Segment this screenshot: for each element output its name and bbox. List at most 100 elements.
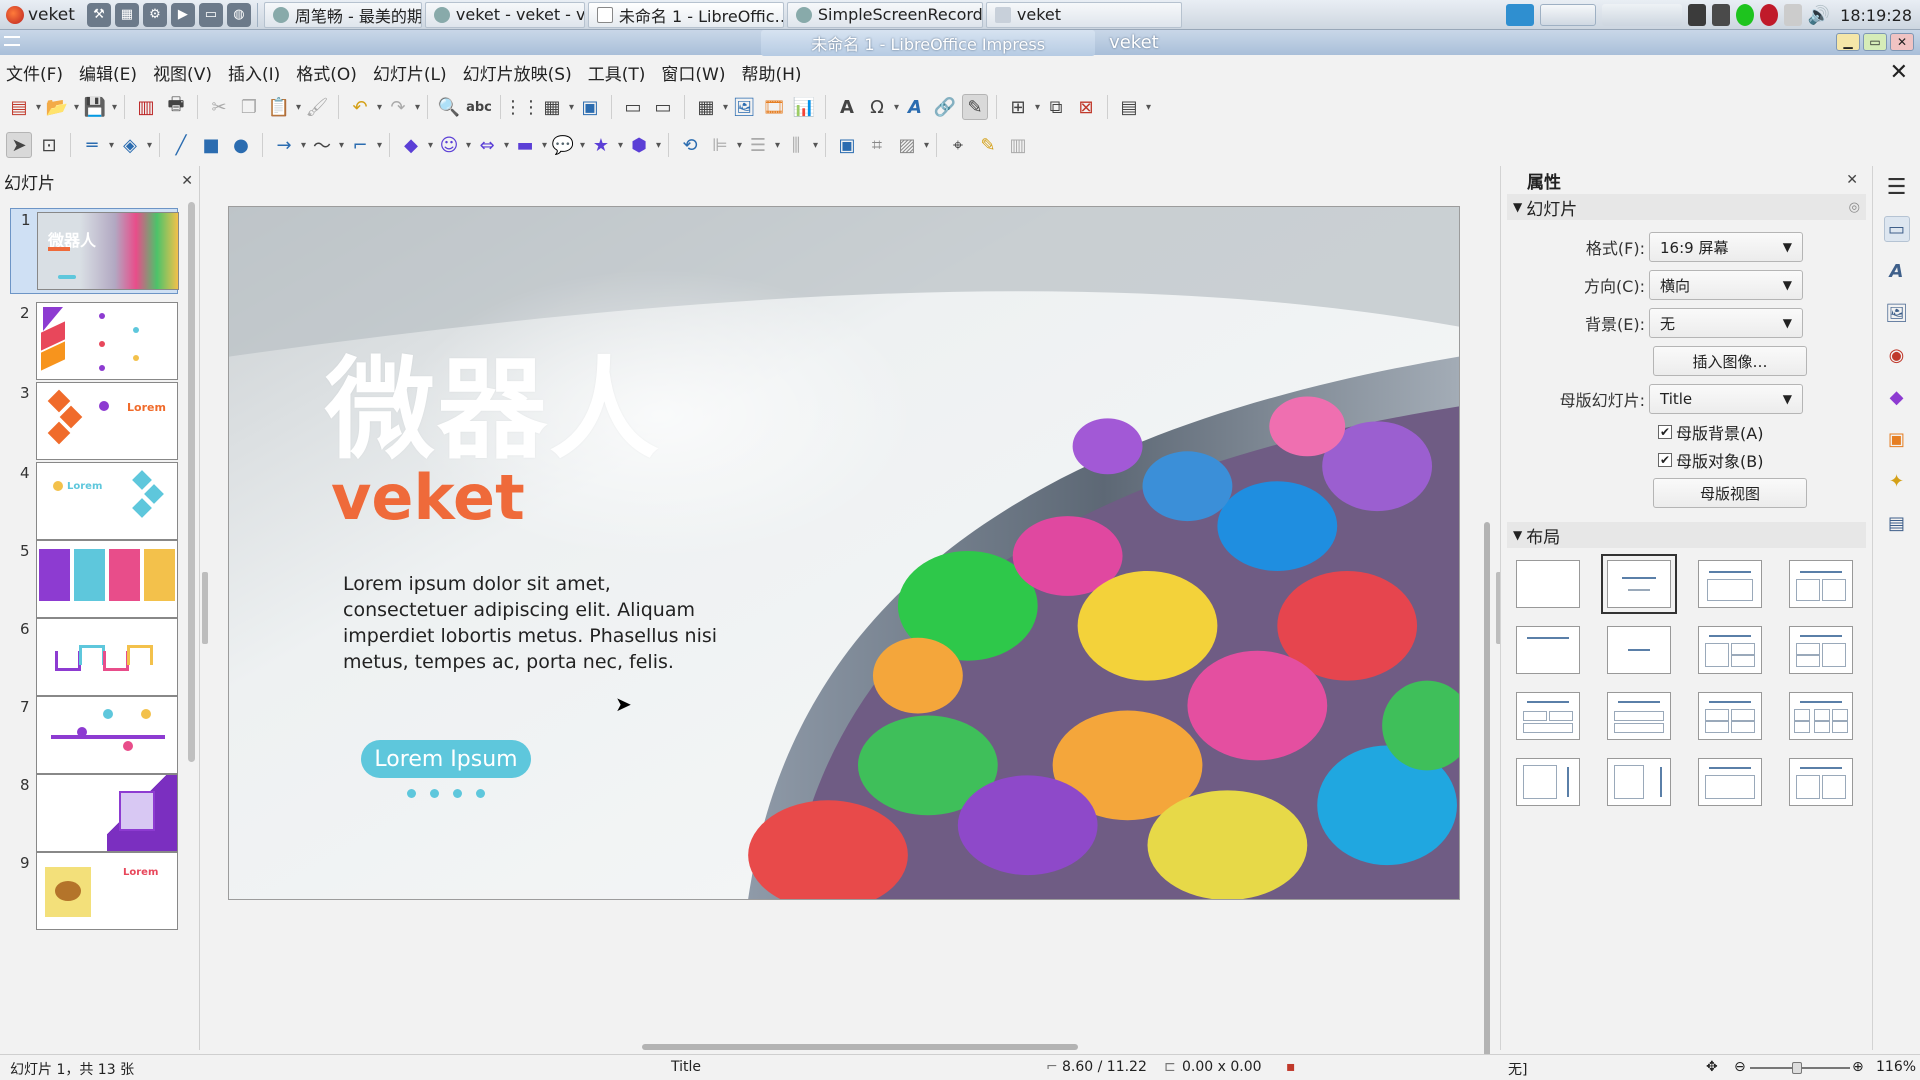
start-menu-button[interactable]: veket — [0, 0, 81, 30]
styles-deck-icon[interactable]: A — [1884, 258, 1910, 284]
gallery-deck-icon[interactable]: 🖼 — [1884, 300, 1910, 326]
desktop-switch-icon[interactable] — [1505, 4, 1534, 26]
distribute-icon[interactable]: ⫼ — [783, 132, 818, 158]
clone-formatting-icon[interactable]: 🖌 — [304, 94, 330, 120]
shadow-icon[interactable]: ▣ — [834, 132, 860, 158]
special-character-icon[interactable]: Ω — [864, 94, 899, 120]
browser-launcher-icon[interactable]: ◍ — [226, 2, 251, 27]
menu-help[interactable]: 帮助(H) — [741, 60, 801, 85]
media-insert-icon[interactable]: 🎞 — [761, 94, 787, 120]
master-select[interactable]: Title ▼ — [1649, 384, 1803, 414]
slide-subtitle[interactable]: veket — [331, 467, 525, 529]
cut-icon[interactable]: ✂ — [206, 94, 232, 120]
master-slides-deck-icon[interactable]: ▤ — [1884, 510, 1910, 536]
task-button-veket[interactable]: veket — [985, 1, 1182, 28]
menu-view[interactable]: 视图(V) — [153, 60, 212, 85]
stars-icon[interactable]: ★ — [588, 132, 623, 158]
task-button-recorder[interactable]: SimpleScreenRecorder — [786, 1, 983, 28]
slide-title[interactable]: 微器人 — [325, 355, 661, 465]
connectors-icon[interactable]: ⌐ — [347, 132, 382, 158]
section-layout-header[interactable]: ▼ 布局 — [1507, 522, 1866, 548]
layout-blank[interactable] — [1516, 560, 1580, 608]
paste-icon[interactable]: 📋 — [266, 94, 301, 120]
slide-thumb-1[interactable]: 1 微器人 — [10, 208, 179, 294]
slides-scrollbar[interactable] — [188, 202, 195, 762]
line-color-icon[interactable]: ═ — [79, 132, 114, 158]
shapes-deck-icon[interactable]: ◆ — [1884, 384, 1910, 410]
points-icon[interactable]: ⌖ — [945, 132, 971, 158]
zoom-slider-knob[interactable] — [1792, 1062, 1802, 1074]
grid-icon[interactable]: ⋮⋮ — [504, 94, 540, 120]
task-button-browser[interactable]: veket - veket - veke… — [424, 1, 585, 28]
status-green-icon[interactable] — [1735, 4, 1754, 26]
network-icon[interactable] — [1711, 4, 1730, 26]
layout-title-4-content[interactable] — [1698, 692, 1762, 740]
filter-icon[interactable]: ▨ — [894, 132, 929, 158]
show-draw-functions-icon[interactable]: ✎ — [962, 94, 988, 120]
copy-icon[interactable]: ❐ — [236, 94, 262, 120]
layout-vertical-title-text[interactable] — [1516, 758, 1580, 806]
layout-title-content[interactable] — [1698, 560, 1762, 608]
menu-slideshow[interactable]: 幻灯片放映(S) — [463, 60, 572, 85]
properties-deck-icon[interactable]: ▭ — [1883, 216, 1910, 242]
task-button-impress[interactable]: 未命名 1 - LibreOffic… — [587, 1, 784, 28]
slide-thumb-6[interactable]: 6 — [10, 618, 178, 698]
open-icon[interactable]: 📂 — [44, 94, 79, 120]
tools-launcher-icon[interactable]: ⚒ — [86, 2, 111, 27]
horizontal-scrollbar[interactable] — [212, 1044, 1478, 1050]
find-replace-icon[interactable]: 🔍 — [436, 94, 462, 120]
line-tool-icon[interactable]: ╱ — [168, 132, 194, 158]
workspace-pager[interactable] — [1539, 4, 1596, 26]
master-slide-icon[interactable]: ▣ — [577, 94, 603, 120]
spelling-icon[interactable]: abc — [466, 94, 492, 120]
layout-title-6-content[interactable] — [1789, 692, 1853, 740]
menu-insert[interactable]: 插入(I) — [228, 60, 280, 85]
export-pdf-icon[interactable]: ▥ — [133, 94, 159, 120]
drive-icon[interactable] — [1783, 4, 1802, 26]
slide-transition-deck-icon[interactable]: ▣ — [1884, 426, 1910, 452]
undo-icon[interactable]: ↶ — [347, 94, 382, 120]
language[interactable]: 无] — [1508, 1059, 1527, 1079]
slide-thumb-7[interactable]: 7 — [10, 696, 178, 776]
fontwork-icon[interactable]: A — [902, 94, 928, 120]
select-icon[interactable]: ➤ — [6, 132, 32, 158]
block-arrows-icon[interactable]: ⇔ — [474, 132, 509, 158]
chart-icon[interactable]: 📊 — [791, 94, 817, 120]
volume-icon[interactable]: 🔊 — [1808, 5, 1830, 26]
crop-icon[interactable]: ⌗ — [864, 132, 890, 158]
toggle-extrusion-icon[interactable]: ▥ — [1005, 132, 1031, 158]
close-window-icon[interactable]: ✕ — [1890, 33, 1914, 51]
ellipse-tool-icon[interactable]: ● — [228, 132, 254, 158]
layout-title-2content-1[interactable] — [1698, 626, 1762, 674]
zoom-out-icon[interactable]: ⊖ — [1734, 1059, 1746, 1075]
duplicate-slide-icon[interactable]: ⧉ — [1043, 94, 1069, 120]
slide-thumb-5[interactable]: 5 — [10, 540, 178, 620]
layout-title-content-over[interactable] — [1607, 692, 1671, 740]
more-options-icon[interactable]: ◎ — [1849, 200, 1860, 215]
menu-slide[interactable]: 幻灯片(L) — [373, 60, 447, 85]
master-background-checkbox[interactable]: ✔ 母版背景(A) — [1501, 418, 1872, 446]
settings-launcher-icon[interactable]: ⚙ — [142, 2, 167, 27]
layout-title-vertical-2[interactable] — [1789, 758, 1853, 806]
zoom-level[interactable]: 116% — [1876, 1059, 1916, 1075]
task-button-music[interactable]: 周笔畅 - 最美的期待… — [263, 1, 422, 28]
slide-lorem-button[interactable]: Lorem Ipsum — [361, 740, 531, 778]
window-menu-icon[interactable] — [4, 36, 20, 46]
close-document-icon[interactable]: ✕ — [1890, 60, 1908, 85]
layout-title-content-2[interactable] — [1789, 626, 1853, 674]
close-sidebar-icon[interactable]: ✕ — [1846, 172, 1858, 188]
current-slide[interactable]: 微器人 veket Lorem ipsum dolor sit amet, co… — [228, 206, 1460, 900]
vertical-scrollbar[interactable] — [1484, 522, 1490, 1074]
slide-thumb-3[interactable]: 3 Lorem — [10, 382, 178, 462]
image-icon[interactable]: 🖼 — [731, 94, 757, 120]
save-icon[interactable]: 💾 — [82, 94, 117, 120]
sidebar-menu-icon[interactable]: ☰ — [1884, 174, 1910, 200]
layout-centered-text[interactable] — [1607, 626, 1671, 674]
arrange-icon[interactable]: ☰ — [745, 132, 780, 158]
table-icon[interactable]: ▦ — [693, 94, 728, 120]
new-icon[interactable]: ▤ — [6, 94, 41, 120]
slide-body-text[interactable]: Lorem ipsum dolor sit amet, consectetuer… — [343, 571, 723, 675]
maximize-icon[interactable]: ▭ — [1863, 33, 1887, 51]
fill-color-icon[interactable]: ◈ — [117, 132, 152, 158]
flowchart-icon[interactable]: ▬ — [512, 132, 547, 158]
